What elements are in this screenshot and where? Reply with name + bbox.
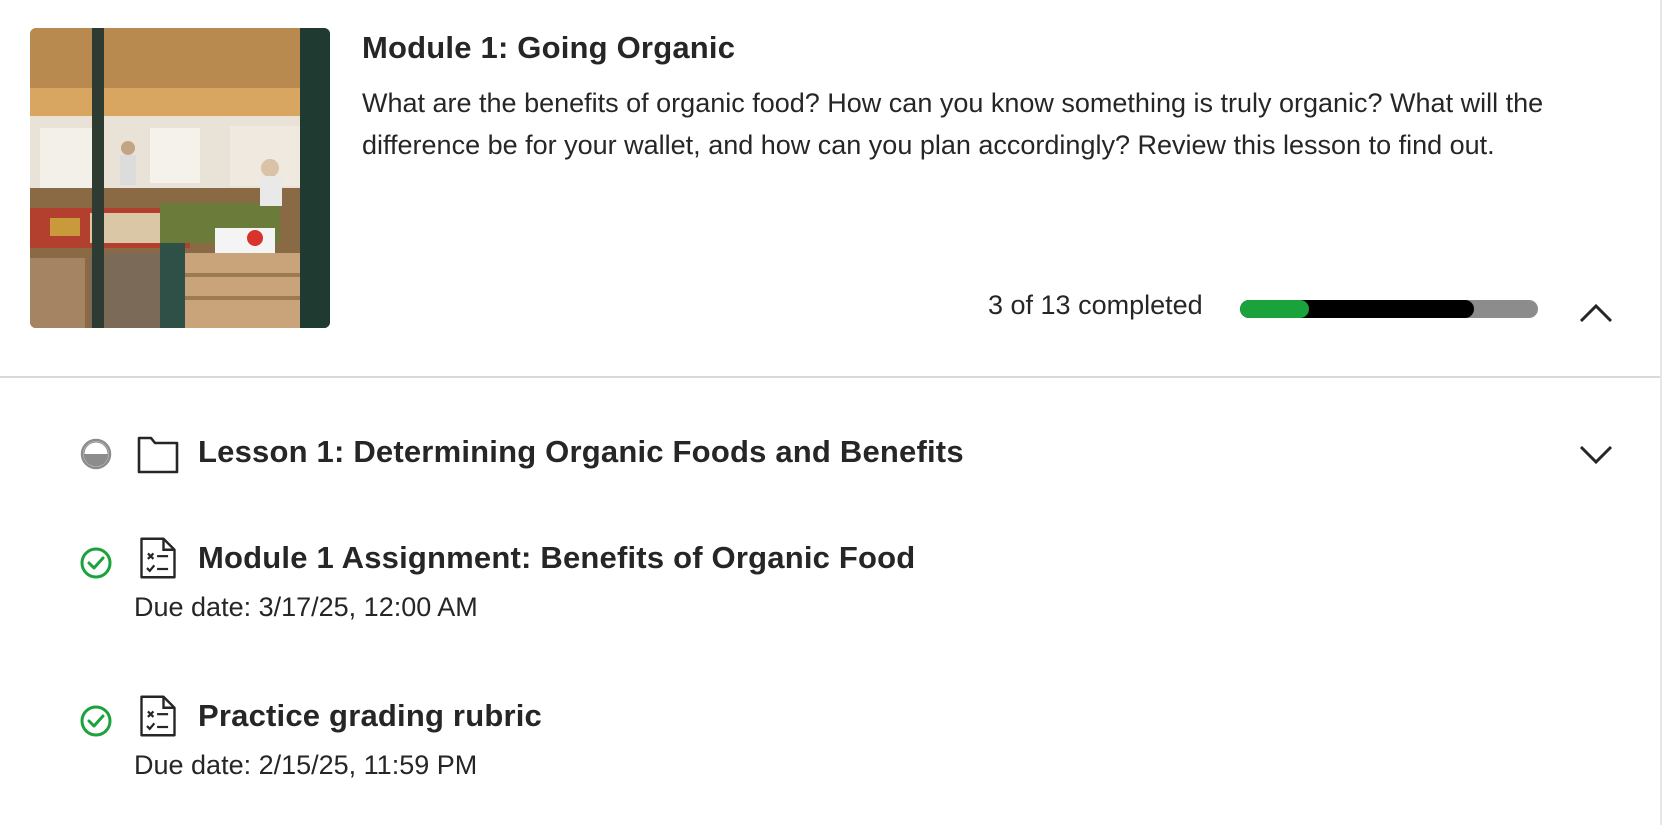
chevron-down-icon <box>1579 445 1613 465</box>
list-item-lesson[interactable]: Lesson 1: Determining Organic Foods and … <box>0 420 1660 490</box>
list-item-assignment[interactable]: Module 1 Assignment: Benefits of Organic… <box>0 530 1660 630</box>
list-item-rubric[interactable]: Practice grading rubric Due date: 2/15/2… <box>0 688 1660 788</box>
due-date: Due date: 2/15/25, 11:59 PM <box>134 750 478 780</box>
lesson-title[interactable]: Lesson 1: Determining Organic Foods and … <box>198 434 964 470</box>
assignment-title[interactable]: Module 1 Assignment: Benefits of Organic… <box>198 540 915 576</box>
chevron-up-icon <box>1579 303 1613 323</box>
collapse-module-button[interactable] <box>1573 296 1619 330</box>
rubric-title[interactable]: Practice grading rubric <box>198 698 542 734</box>
assignment-icon <box>140 695 176 737</box>
progress-bar <box>1240 300 1538 318</box>
check-circle-icon <box>80 705 112 737</box>
due-date: Due date: 3/17/25, 12:00 AM <box>134 592 478 622</box>
assignment-icon <box>140 537 176 579</box>
module-thumbnail <box>30 28 330 328</box>
divider <box>0 376 1660 378</box>
expand-lesson-button[interactable] <box>1573 438 1619 472</box>
half-circle-icon <box>80 438 112 470</box>
market-photo-icon <box>30 28 330 328</box>
folder-icon <box>137 436 179 474</box>
progress-bar-completed <box>1240 300 1309 318</box>
module-header: Module 1: Going Organic What are the ben… <box>0 0 1664 376</box>
module-description: What are the benefits of organic food? H… <box>362 88 1544 160</box>
check-circle-icon <box>80 547 112 579</box>
module-title[interactable]: Module 1: Going Organic <box>362 30 735 66</box>
progress-label: 3 of 13 completed <box>988 290 1203 320</box>
